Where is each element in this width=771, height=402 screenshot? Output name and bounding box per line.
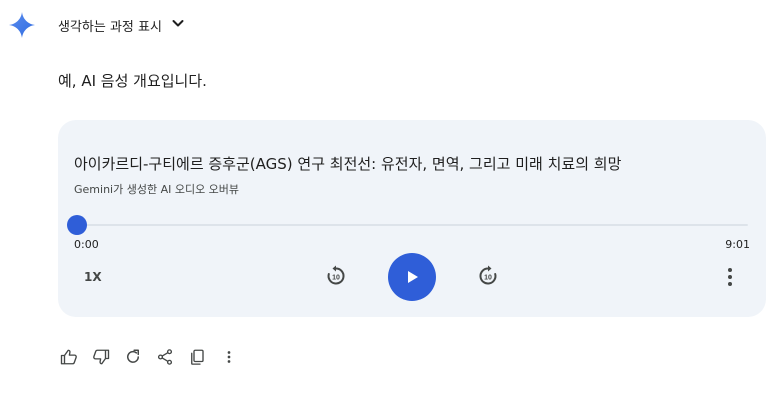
thumbs-up-icon [60,349,77,365]
audio-title: 아이카르디-구티에르 증후군(AGS) 연구 최전선: 유전자, 면역, 그리고… [74,155,622,173]
forward-10-icon: 10 [479,265,497,285]
regenerate-button[interactable] [121,346,145,368]
audio-overview-card: 아이카르디-구티에르 증후군(AGS) 연구 최전선: 유전자, 면역, 그리고… [58,120,766,317]
chevron-down-icon [170,15,186,35]
rewind-seconds-label: 10 [332,275,340,282]
show-thinking-toggle[interactable]: 생각하는 과정 표시 [58,13,186,37]
thumbs-down-button[interactable] [89,346,113,368]
audio-subtitle: Gemini가 생성한 AI 오디오 오버뷰 [74,183,240,196]
copy-button[interactable] [185,346,209,368]
thumbs-up-button[interactable] [57,346,81,368]
thumbs-down-icon [93,349,110,365]
response-action-bar [57,346,241,368]
copy-icon [191,349,204,365]
duration-time: 9:01 [725,238,750,251]
share-icon [157,349,173,365]
gemini-logo-icon [8,11,36,39]
more-options-button[interactable] [217,346,241,368]
more-vert-icon [227,351,231,363]
more-vert-icon [728,268,732,286]
progress-thumb[interactable] [67,215,87,235]
forward-10-button[interactable]: 10 [476,264,500,288]
response-intro-text: 예, AI 음성 개요입니다. [58,72,207,90]
current-time: 0:00 [74,238,99,251]
card-more-button[interactable] [718,265,742,289]
progress-track[interactable] [76,224,748,226]
rewind-10-icon: 10 [327,265,345,285]
regenerate-icon [127,349,139,363]
play-icon [408,271,418,283]
show-thinking-label: 생각하는 과정 표시 [58,19,162,35]
forward-seconds-label: 10 [484,275,492,282]
play-button[interactable] [388,253,436,301]
playback-speed-button[interactable]: 1X [84,270,102,284]
rewind-10-button[interactable]: 10 [324,264,348,288]
share-button[interactable] [153,346,177,368]
